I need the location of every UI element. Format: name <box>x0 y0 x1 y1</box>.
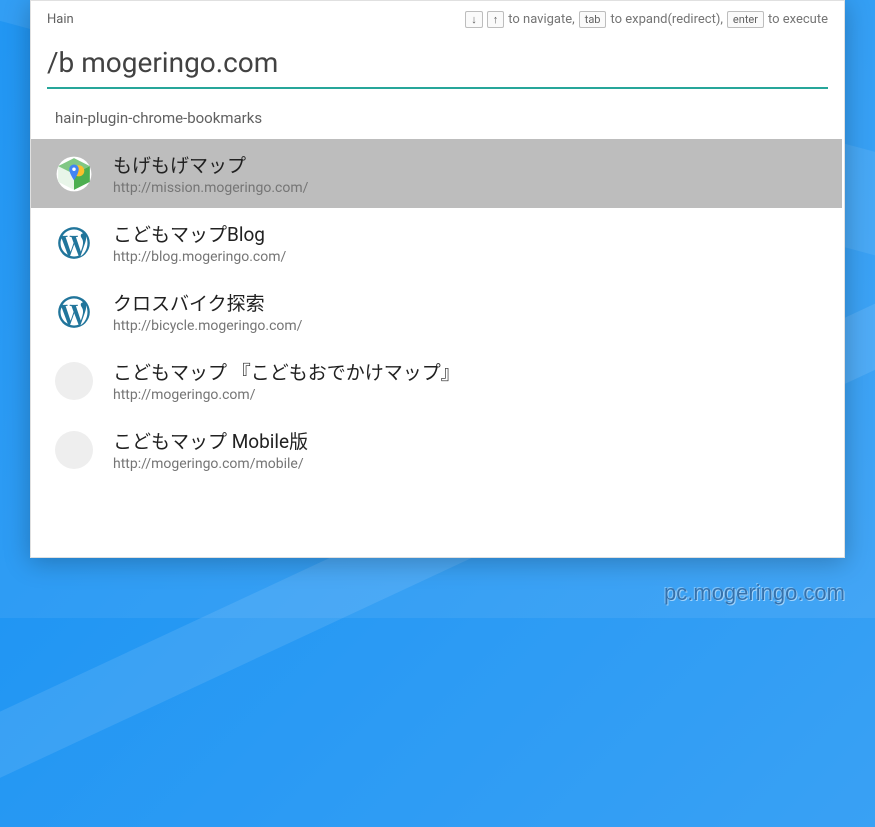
hint-expand: to expand(redirect), <box>610 12 722 27</box>
results-list[interactable]: hain-plugin-chrome-bookmarks もげもげマップ http… <box>31 99 844 557</box>
results-wrap: hain-plugin-chrome-bookmarks もげもげマップ http… <box>31 99 844 557</box>
result-text: こどもマップ 『こどもおでかけマップ』 http://mogeringo.com/ <box>113 358 460 403</box>
result-url: http://mogeringo.com/ <box>113 387 460 403</box>
up-key-icon: ↑ <box>487 11 505 28</box>
launcher-window: Hain ↓ ↑ to navigate, tab to expand(redi… <box>30 0 845 558</box>
result-text: もげもげマップ http://mission.mogeringo.com/ <box>113 151 308 196</box>
down-key-icon: ↓ <box>465 11 483 28</box>
result-title: こどもマップ Mobile版 <box>113 427 308 454</box>
enter-key-icon: enter <box>727 11 764 28</box>
result-url: http://mogeringo.com/mobile/ <box>113 456 308 472</box>
hint-navigate: to navigate, <box>508 12 574 27</box>
result-url: http://mission.mogeringo.com/ <box>113 180 308 196</box>
result-text: こどもマップ Mobile版 http://mogeringo.com/mobil… <box>113 427 308 472</box>
search-wrap <box>31 38 844 89</box>
key-hints: ↓ ↑ to navigate, tab to expand(redirect)… <box>465 11 828 28</box>
wordpress-icon <box>55 224 93 262</box>
result-text: クロスバイク探索 http://bicycle.mogeringo.com/ <box>113 289 302 334</box>
app-title: Hain <box>47 12 74 27</box>
result-title: もげもげマップ <box>113 151 308 178</box>
wordpress-icon <box>55 293 93 331</box>
watermark: pc.mogeringo.com <box>664 580 845 606</box>
result-url: http://bicycle.mogeringo.com/ <box>113 318 302 334</box>
result-item[interactable]: もげもげマップ http://mission.mogeringo.com/ <box>31 139 842 208</box>
section-header: hain-plugin-chrome-bookmarks <box>31 99 842 139</box>
blank-icon <box>55 362 93 400</box>
result-item[interactable]: クロスバイク探索 http://bicycle.mogeringo.com/ <box>31 277 842 346</box>
result-title: クロスバイク探索 <box>113 289 302 316</box>
result-title: こどもマップ 『こどもおでかけマップ』 <box>113 358 460 385</box>
result-title: こどもマップBlog <box>113 220 286 247</box>
search-input[interactable] <box>47 38 828 89</box>
result-url: http://blog.mogeringo.com/ <box>113 249 286 265</box>
tab-key-icon: tab <box>579 11 607 28</box>
result-item[interactable]: こどもマップ Mobile版 http://mogeringo.com/mobil… <box>31 415 842 484</box>
result-text: こどもマップBlog http://blog.mogeringo.com/ <box>113 220 286 265</box>
blank-icon <box>55 431 93 469</box>
result-item[interactable]: こどもマップ 『こどもおでかけマップ』 http://mogeringo.com/ <box>31 346 842 415</box>
hint-execute: to execute <box>768 12 828 27</box>
maps-icon <box>55 155 93 193</box>
result-item[interactable]: こどもマップBlog http://blog.mogeringo.com/ <box>31 208 842 277</box>
header: Hain ↓ ↑ to navigate, tab to expand(redi… <box>31 1 844 38</box>
